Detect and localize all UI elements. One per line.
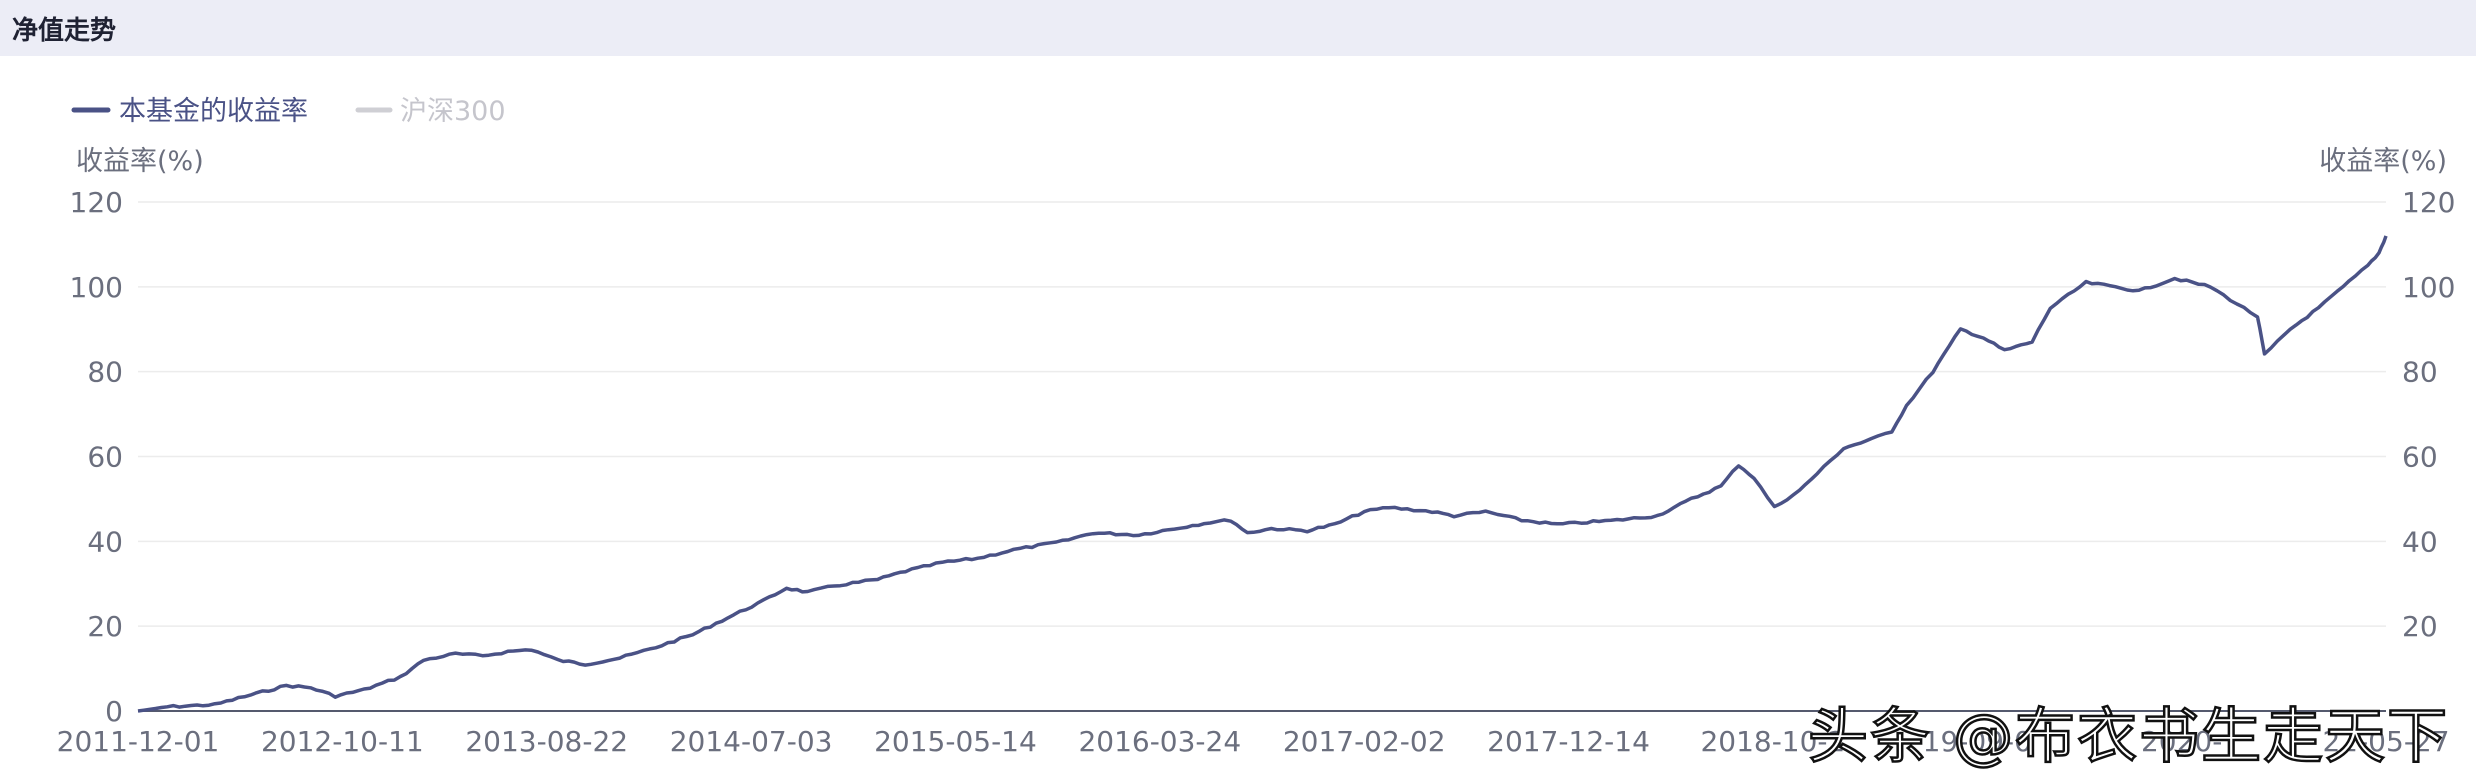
- y-right-tick-label: 20: [2402, 610, 2438, 643]
- x-tick-label: 2012-10-11: [261, 725, 424, 758]
- grid-lines: [138, 201, 2386, 627]
- y-axis-left-title: 收益率(%): [76, 146, 204, 177]
- legend-label-index: 沪深300: [400, 96, 506, 127]
- x-tick-label: 2014-07-03: [670, 725, 833, 758]
- y-left-tick-label: 40: [87, 525, 123, 558]
- y-left-tick-label: 60: [87, 441, 123, 474]
- legend-item-fund[interactable]: 本基金的收益率: [71, 96, 308, 127]
- y-left-tick-label: 100: [70, 271, 123, 304]
- y-axis-left-ticks: 120 100 80 60 40 20 0: [70, 186, 123, 728]
- y-left-tick-label: 0: [105, 695, 123, 728]
- y-left-tick-label: 120: [70, 186, 123, 219]
- y-right-tick-label: 60: [2402, 441, 2438, 474]
- y-right-tick-label: 100: [2402, 271, 2455, 304]
- y-left-tick-label: 80: [87, 356, 123, 389]
- legend-label-fund: 本基金的收益率: [119, 96, 308, 127]
- y-axis-right-ticks: 120 100 80 60 40 20: [2402, 186, 2455, 643]
- y-right-tick-label: 120: [2402, 186, 2455, 219]
- y-right-tick-label: 80: [2402, 356, 2438, 389]
- y-axis-right-title: 收益率(%): [2319, 146, 2447, 177]
- legend-item-index[interactable]: 沪深300: [355, 96, 506, 127]
- x-tick-label: 2011-12-01: [57, 725, 220, 758]
- series-line-fund: [137, 235, 2388, 713]
- x-tick-label: 2015-05-14: [874, 725, 1037, 758]
- y-right-tick-label: 40: [2402, 525, 2438, 558]
- nav-chart: 本基金的收益率 沪深300 收益率(%) 收益率(%) 120 100 80 60 40…: [57, 96, 2456, 758]
- x-tick-label: 2013-08-22: [465, 725, 628, 758]
- x-tick-label: 2016-03-24: [1078, 725, 1241, 758]
- y-left-tick-label: 20: [87, 610, 123, 643]
- x-tick-label: 2017-02-02: [1283, 725, 1446, 758]
- x-tick-label: 2017-12-14: [1487, 725, 1650, 758]
- watermark: 头条 @布衣书生走天下: [1807, 701, 2450, 774]
- legend: 本基金的收益率 沪深300: [71, 96, 506, 127]
